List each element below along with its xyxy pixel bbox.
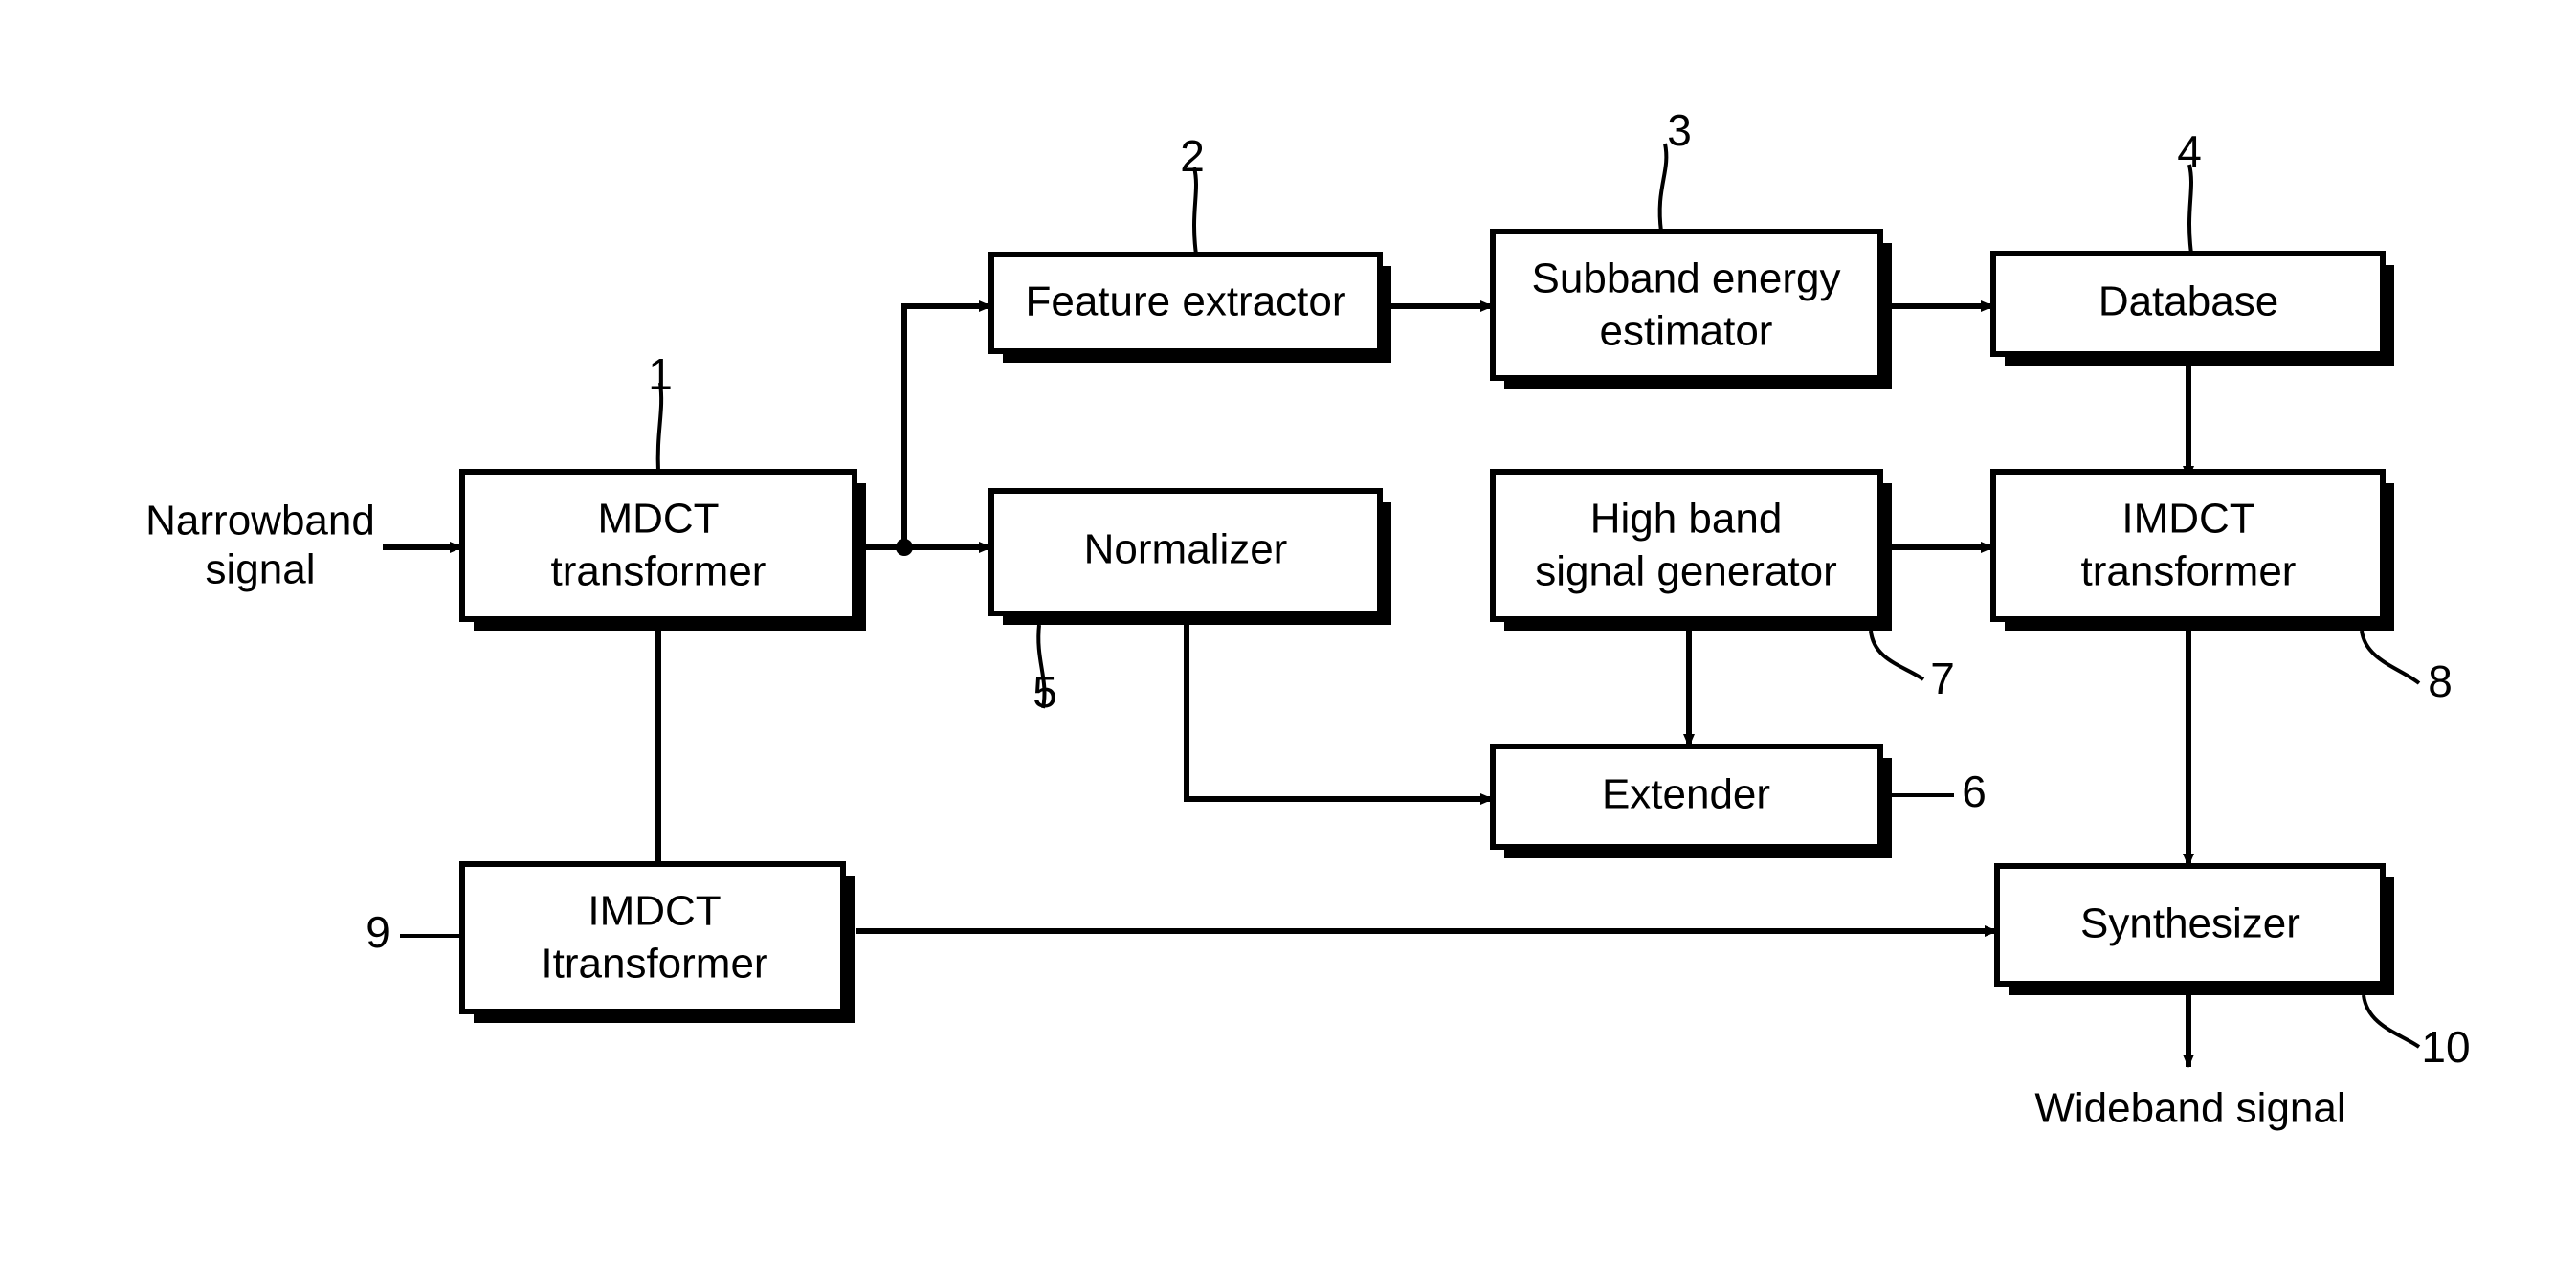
normalizer-label: Normalizer — [1084, 526, 1288, 573]
imdct-transformer-label-line1: IMDCT — [2121, 496, 2254, 543]
database-label: Database — [2099, 278, 2278, 325]
block-high-band-signal-generator[interactable]: High band signal generator — [1490, 469, 1892, 631]
ref-number-high-band-gen: 7 — [1930, 654, 1955, 703]
block-diagram: MDCT transformer Feature extractor Subba… — [145, 105, 2470, 1132]
ref-number-subband-energy: 3 — [1667, 105, 1692, 155]
imdct-itransformer-box — [459, 861, 846, 1014]
mdct-transformer-label-line2: transformer — [551, 548, 766, 595]
imdct-transformer-label-line2: transformer — [2081, 548, 2297, 595]
figure-canvas: MDCT transformer Feature extractor Subba… — [0, 0, 2576, 1288]
leader-line-high-band-gen — [1869, 630, 1925, 681]
leader-line-database — [2187, 164, 2193, 255]
high-band-gen-label-line2: signal generator — [1535, 548, 1837, 595]
subband-energy-label-line1: Subband energy — [1532, 255, 1841, 302]
subband-energy-box — [1490, 229, 1883, 381]
leader-line-imdct-transformer — [2360, 630, 2421, 685]
input-label-line1: Narrowband — [145, 498, 375, 544]
ref-number-synthesizer: 10 — [2421, 1022, 2470, 1072]
connector-mdct-to-feature-extractor — [901, 300, 992, 547]
ref-number-feature-extractor: 2 — [1180, 131, 1205, 181]
block-imdct-transformer[interactable]: IMDCT transformer — [1990, 469, 2394, 631]
imdct-itransformer-label-line1: IMDCT — [588, 888, 721, 935]
input-label-line2: signal — [206, 546, 316, 593]
block-imdct-itransformer[interactable]: IMDCT Itransformer — [459, 861, 855, 1023]
ref-number-database: 4 — [2177, 126, 2202, 176]
junction-dot-mdct-branch — [896, 539, 913, 556]
extender-label: Extender — [1602, 771, 1770, 818]
high-band-gen-label-line1: High band — [1590, 496, 1783, 543]
subband-energy-label-line2: estimator — [1600, 308, 1773, 355]
mdct-transformer-label-line1: MDCT — [597, 496, 719, 543]
ref-number-imdct-itransformer: 9 — [366, 907, 390, 957]
mdct-transformer-box — [459, 469, 857, 622]
block-subband-energy-estimator[interactable]: Subband energy estimator — [1490, 229, 1892, 389]
block-feature-extractor[interactable]: Feature extractor — [988, 252, 1391, 363]
high-band-gen-box — [1490, 469, 1883, 622]
ref-number-extender: 6 — [1962, 766, 1987, 816]
imdct-itransformer-label-line2: Itransformer — [541, 941, 767, 988]
leader-line-synthesizer — [2362, 994, 2421, 1049]
ref-number-mdct-transformer: 1 — [648, 349, 673, 399]
output-label: Wideband signal — [2034, 1085, 2345, 1132]
synthesizer-label: Synthesizer — [2080, 900, 2300, 947]
block-mdct-transformer[interactable]: MDCT transformer — [459, 469, 866, 631]
block-synthesizer[interactable]: Synthesizer — [1994, 863, 2394, 995]
ref-number-normalizer: 5 — [1033, 667, 1057, 717]
connector-normalizer-to-extender — [1184, 625, 1494, 805]
block-extender[interactable]: Extender — [1490, 744, 1892, 858]
block-normalizer[interactable]: Normalizer — [988, 488, 1391, 625]
block-database[interactable]: Database — [1990, 251, 2394, 366]
feature-extractor-label: Feature extractor — [1025, 278, 1345, 325]
imdct-transformer-box — [1990, 469, 2386, 622]
leader-line-subband-energy — [1657, 143, 1669, 233]
ref-number-imdct-transformer: 8 — [2428, 656, 2453, 706]
